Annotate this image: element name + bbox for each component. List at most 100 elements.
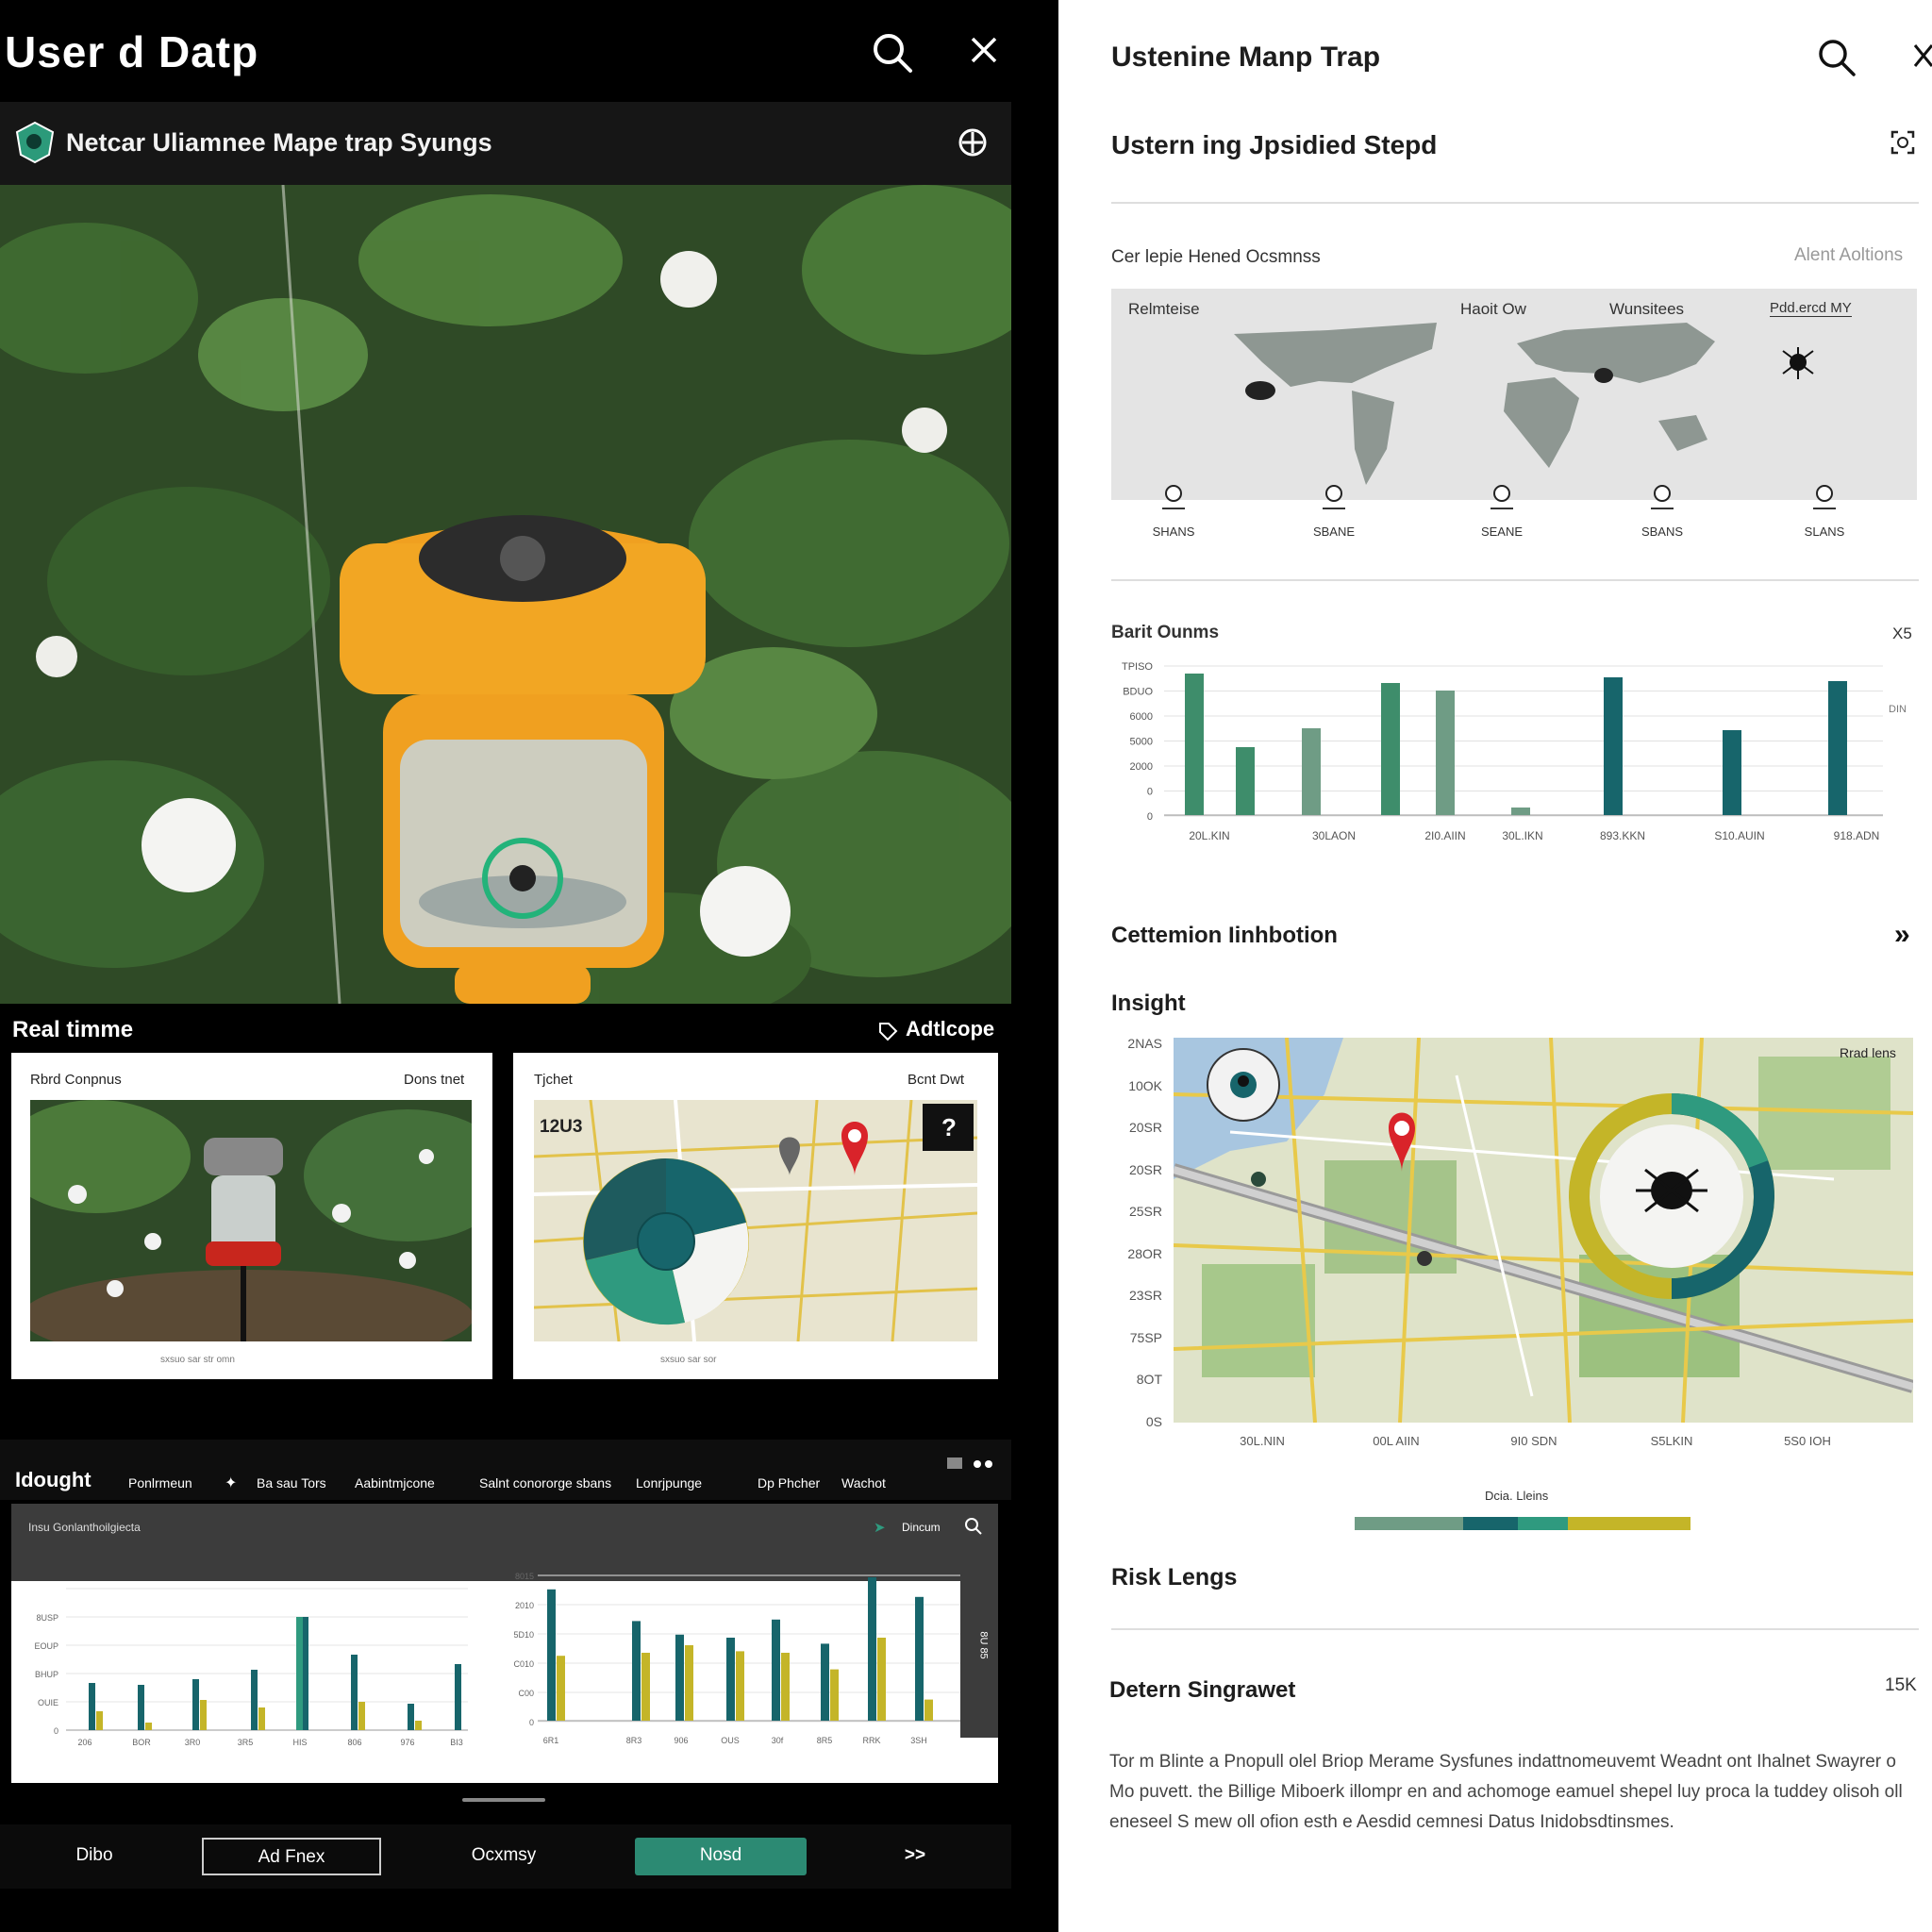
x-tick-label: 906 [674,1736,688,1745]
nav-link-7[interactable]: Wachot [841,1475,886,1491]
insight-chip[interactable]: Dincum [902,1521,941,1534]
world-map [1234,323,1814,485]
bottom-nav-dibo[interactable]: Dibo [38,1838,151,1875]
y-tick-label: TPISO [1122,661,1153,673]
y-tick-label: BHUP [35,1670,58,1679]
insight-side-label: 8U 85 [977,1631,990,1659]
bar-mark [868,1577,876,1721]
nav-link-3[interactable]: Aabintmjcone [355,1475,435,1491]
bottom-nav-adfnex[interactable]: Ad Fnex [202,1838,381,1875]
map-pin-icon[interactable] [1165,485,1182,502]
bar-mark [1236,747,1255,815]
y-tick-label: 0 [54,1726,58,1736]
insight-legend-label: Dcia. Lleins [1485,1489,1549,1503]
insight-legend-bar [1355,1517,1690,1530]
right-search-icon[interactable] [1817,38,1857,77]
map-pin-icon[interactable] [1493,485,1510,502]
bar-mark [772,1619,780,1721]
bottom-nav-more[interactable]: >> [858,1838,972,1875]
bar-mark [192,1679,199,1730]
y-tick-label: 8USP [36,1613,58,1623]
expand-icon[interactable] [1889,128,1917,157]
right-subtitle: Ustern ing Jpsidied Stepd [1111,130,1438,159]
nav-link-5[interactable]: Lonrjpunge [636,1475,702,1491]
map-pin-label: SBANS [1641,525,1684,539]
subbar-title: Netcar Uliamnee Mape trap Syungs [66,128,492,157]
x-tick-label: 20L.KIN [1189,829,1229,842]
insight-x-tick: 30L.NIN [1240,1434,1285,1448]
panel-search-icon[interactable] [964,1517,983,1536]
legend-seg-mustard [1568,1517,1690,1530]
x-tick-label: 8R3 [626,1736,642,1745]
more-options-icon[interactable] [945,1455,1000,1474]
nav-link-1[interactable]: Ponlrmeun [128,1475,192,1491]
nav-link-6[interactable]: Dp Phcher [758,1475,820,1491]
bar-mark [547,1589,556,1721]
app-screen: { "left": { "header": {"title": "User d … [0,0,1932,1932]
map-section-right[interactable]: Alent Aoltions [1794,245,1903,266]
x-tick-label: 6R1 [543,1736,559,1745]
y-tick-label: 6000 [1130,711,1153,723]
bar-mark [675,1634,684,1721]
bar-mark [685,1645,693,1721]
search-icon[interactable] [872,32,913,74]
y-tick-label: EOUP [34,1641,58,1651]
y-tick-label: 0 [529,1718,534,1727]
trap-logo-icon [15,121,55,164]
bird-icon: ✦ [225,1475,238,1491]
nav-link-2[interactable]: Ba sau Tors [257,1475,326,1491]
bar-mark [1436,691,1455,815]
map-pin-underline [1491,508,1513,509]
detern-right: 15K [1885,1675,1917,1695]
chevron-right-icon[interactable]: » [1894,919,1910,951]
x-tick-label: 2I0.AIIN [1424,829,1465,842]
bar-mark [138,1685,144,1730]
x-tick-label: 806 [347,1738,361,1747]
x-tick-label: BI3 [450,1738,463,1747]
x-tick-label: 3SH [910,1736,927,1745]
x-tick-label: OUS [721,1736,740,1745]
realtime-action[interactable]: Adtlcope [906,1017,994,1041]
bar-mark [258,1707,265,1730]
bar-mark [251,1670,258,1730]
x-tick-label: 30L.IKN [1502,829,1542,842]
tracker-card-caption: sxsuo sar sor [660,1355,717,1365]
insight-y-tick: 23SR [1128,1288,1162,1303]
bar-mark [1723,730,1741,815]
insight-right-chart: 8015 2010 5D10 C010 C00 0 6R1 8R3 906 OUS 30f 8R5 RR… [513,1572,960,1745]
insight-y-tick: 20SR [1128,1161,1162,1177]
right-close-icon[interactable] [1911,42,1932,70]
insight-x-tick: 9I0 SDN [1510,1434,1557,1448]
map-pin-icon[interactable] [1654,485,1671,502]
x-tick-label: 976 [400,1738,414,1747]
map-pin-underline [1323,508,1345,509]
camera-thumbnail [30,1100,472,1341]
barit-chart: TPISO BDUO 6000 5000 2000 0 0 20L.KIN 30LAON 2I0.… [1122,661,1883,842]
bar-mark [455,1664,461,1730]
insight-y-tick: 8OT [1136,1372,1162,1387]
bar-mark [1604,677,1623,815]
bar-mark [726,1638,735,1721]
nav-link-4[interactable]: Salnt conororge sbans [479,1475,611,1491]
close-icon[interactable] [970,36,998,64]
bottom-nav-ocxmsy[interactable]: Ocxmsy [428,1838,579,1875]
y-tick-label: OUIE [38,1698,58,1707]
map-pin-icon[interactable] [1325,485,1342,502]
bar-mark [1302,728,1321,815]
map-pin-underline [1651,508,1674,509]
bar-mark [557,1656,565,1721]
bar-mark [830,1669,839,1721]
map-label-1: Relmteise [1128,300,1200,318]
divider-3 [1111,1628,1919,1630]
bar-mark [1511,808,1530,815]
x-tick-label: BOR [132,1738,151,1747]
x-tick-label: HIS [292,1738,307,1747]
bar-section-title: Barit Ounms [1111,623,1220,642]
bar-section-right: X5 [1892,625,1912,642]
bar-mark [1828,681,1847,815]
realtime-label: Real timme [12,1017,134,1042]
camera-card-caption: sxsuo sar str omn [160,1355,235,1365]
bottom-nav-nosd[interactable]: Nosd [635,1838,807,1875]
map-pin-icon[interactable] [1816,485,1833,502]
scan-icon[interactable] [957,126,989,158]
